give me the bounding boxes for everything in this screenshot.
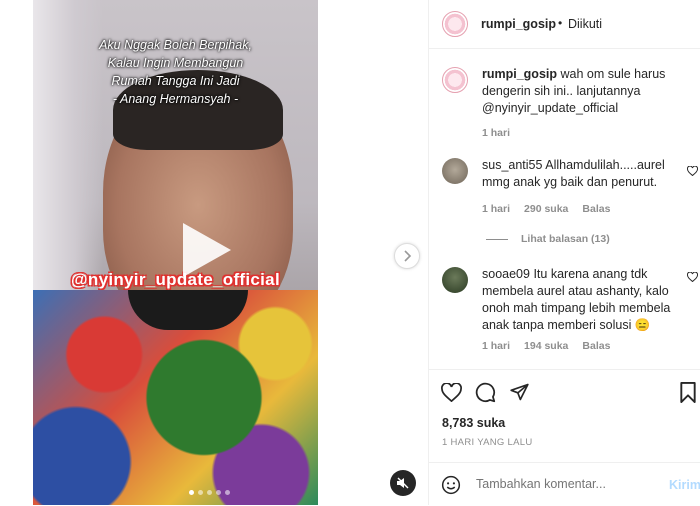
avatar[interactable] (442, 11, 468, 37)
carousel-dot (207, 490, 212, 495)
comment-time[interactable]: 1 hari (482, 203, 510, 215)
view-replies-button[interactable]: Lihat balasan (13) (521, 233, 610, 245)
video-caption-line: Aku Nggak Boleh Berpihak, (99, 38, 252, 52)
caption-avatar[interactable] (442, 67, 468, 93)
comment-avatar[interactable] (442, 158, 468, 184)
comment-body: sooae09 Itu karena anang tdk membela aur… (482, 266, 682, 334)
like-button[interactable] (440, 381, 462, 403)
play-icon[interactable] (183, 223, 231, 277)
comment-avatar[interactable] (442, 267, 468, 293)
video-caption-line: - Anang Hermansyah - (112, 92, 239, 106)
carousel-dot (225, 490, 230, 495)
comment-time[interactable]: 1 hari (482, 340, 510, 352)
likes-count[interactable]: 8,783 suka (442, 416, 505, 430)
comment-meta: 1 hari 290 suka Balas (482, 203, 610, 215)
video-player[interactable]: Aku Nggak Boleh Berpihak, Kalau Ingin Me… (33, 0, 318, 505)
comment-like-icon[interactable] (686, 165, 699, 179)
separator-dot: • (558, 16, 563, 30)
comment-input[interactable] (474, 476, 658, 492)
emoji-button[interactable] (440, 474, 462, 496)
carousel-dot (189, 490, 194, 495)
comment-body: sus_anti55 Allhamdulilah.....aurel mmg a… (482, 157, 682, 191)
caption-meta: 1 hari (482, 127, 510, 139)
follow-status[interactable]: Diikuti (568, 17, 602, 31)
reply-button[interactable]: Balas (582, 340, 610, 352)
share-button[interactable] (508, 381, 530, 403)
video-caption: Aku Nggak Boleh Berpihak, Kalau Ingin Me… (33, 36, 318, 108)
post-date[interactable]: 1 HARI YANG LALU (442, 437, 533, 448)
header-username[interactable]: rumpi_gosip (481, 17, 556, 31)
caption-username[interactable]: rumpi_gosip (482, 67, 557, 81)
carousel-dot (198, 490, 203, 495)
caption-time[interactable]: 1 hari (482, 127, 510, 139)
speaker-muted-icon (397, 477, 409, 489)
video-caption-line: Kalau Ingin Membangun (107, 56, 244, 70)
carousel-dots (189, 490, 230, 495)
comment-like-icon[interactable] (686, 271, 699, 285)
next-media-button[interactable] (394, 243, 420, 269)
video-watermark: @nyinyir_update_official (71, 270, 280, 289)
comment-username[interactable]: sooae09 (482, 267, 530, 281)
comment-likes[interactable]: 290 suka (524, 203, 568, 215)
post-sidebar: rumpi_gosip • Diikuti rumpi_gosip wah om… (429, 0, 700, 505)
post-header: rumpi_gosip • Diikuti (429, 0, 700, 49)
smiley-icon (441, 475, 461, 495)
mute-button[interactable] (390, 470, 416, 496)
comment-username[interactable]: sus_anti55 (482, 158, 542, 172)
save-button[interactable] (677, 381, 699, 403)
comment-meta: 1 hari 194 suka Balas (482, 340, 610, 352)
comment-likes[interactable]: 194 suka (524, 340, 568, 352)
comment-button[interactable] (474, 381, 496, 403)
comment-bubble-icon (475, 382, 495, 402)
post-media: Aku Nggak Boleh Berpihak, Kalau Ingin Me… (0, 0, 428, 505)
post-comment-button[interactable]: Kirim (669, 478, 700, 492)
heart-icon (440, 382, 462, 402)
chevron-right-icon (404, 250, 412, 262)
replies-line (486, 239, 508, 240)
carousel-dot (216, 490, 221, 495)
bookmark-icon (680, 381, 696, 403)
reply-button[interactable]: Balas (582, 203, 610, 215)
caption-body: rumpi_gosip wah om sule harus dengerin s… (482, 66, 687, 117)
paper-plane-icon (509, 383, 529, 401)
add-comment-bar: Kirim (429, 462, 700, 506)
video-caption-line: Rumah Tangga Ini Jadi (111, 74, 240, 88)
actions-divider (429, 369, 700, 370)
